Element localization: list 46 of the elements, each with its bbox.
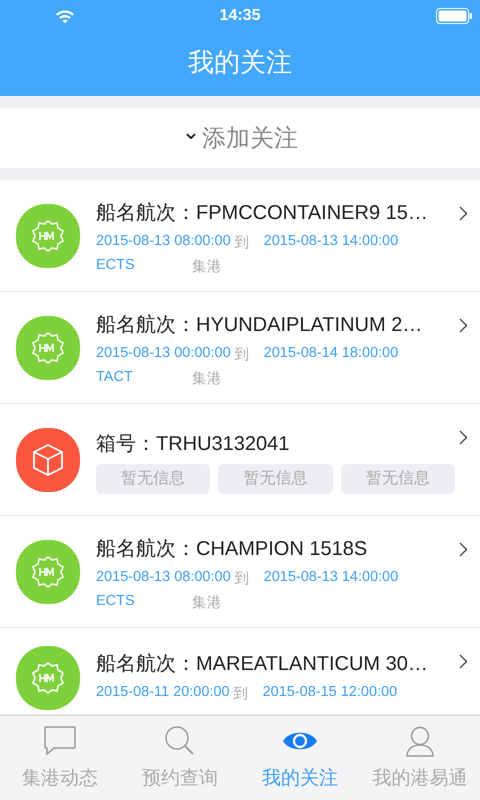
badge-icon [16, 204, 80, 268]
item-title: 箱号：TRHU3132041 [96, 432, 290, 456]
chevron-icon [459, 430, 468, 445]
list-item[interactable]: 船名航次：HYUNDAIPLATINUM 2… 2015-08-13 00:00:00 到 2015-08-14 18:00:00 TACT 集港 [0, 292, 480, 404]
chevron-icon [459, 654, 468, 669]
to-label: 到 [234, 685, 249, 703]
badge-icon [16, 316, 80, 380]
start-time: 2015-08-13 00:00:00 [96, 345, 231, 363]
start-time: 2015-08-11 20:00:00 [96, 684, 230, 702]
item-title: 船名航次：MAREATLANTICUM 30… [96, 652, 429, 677]
end-time: 2015-08-13 14:00:00 [264, 233, 398, 251]
info-chip: 暂无信息 [96, 464, 210, 494]
badge-icon [16, 646, 80, 710]
badge-icon [16, 540, 80, 604]
end-time: 2015-08-13 14:00:00 [264, 569, 398, 587]
chevron-icon [459, 206, 468, 221]
chat-icon [43, 725, 77, 757]
list-item[interactable]: 船名航次：FPMCCONTAINER9 15… 2015-08-13 08:00:00 到 2015-08-13 14:00:00 ECTS 集港 [0, 180, 480, 292]
start-time: 2015-08-13 08:00:00 [96, 569, 231, 587]
item-title: 船名航次：HYUNDAIPLATINUM 2… [96, 313, 424, 338]
terminal-code: TACT [96, 369, 134, 387]
info-chip: 暂无信息 [218, 464, 333, 494]
terminal-code: ECTS [96, 593, 136, 611]
start-time: 2015-08-13 08:00:00 [96, 233, 231, 251]
item-title: 船名航次：CHAMPION 1518S [96, 537, 368, 562]
list-item[interactable]: 船名航次：CHAMPION 1518S 2015-08-13 08:00:00 到 2015-08-13 14:00:00 ECTS 集港 [0, 516, 480, 628]
screen-title: 我的关注 [188, 46, 292, 78]
end-time: 2015-08-15 12:00:00 [262, 684, 398, 702]
item-title: 船名航次：FPMCCONTAINER9 15… [96, 201, 429, 226]
add-follow-button[interactable]: ⌄添加关注 [0, 108, 480, 168]
status-label: 集港 [192, 594, 222, 612]
battery-icon [436, 8, 472, 24]
status-time: 14:35 [220, 7, 260, 25]
status-label: 集港 [192, 370, 222, 388]
status-label: 集港 [192, 258, 222, 276]
wifi-icon [55, 8, 75, 24]
to-label: 到 [234, 346, 250, 364]
box-icon [16, 428, 80, 492]
terminal-code: ECTS [96, 257, 136, 275]
chevron-icon [459, 542, 468, 557]
end-time: 2015-08-14 18:00:00 [264, 345, 398, 363]
to-label: 到 [234, 234, 250, 252]
to-label: 到 [234, 570, 250, 588]
info-chip: 暂无信息 [340, 464, 455, 494]
chevron-icon [459, 318, 468, 333]
list-item[interactable]: 箱号：TRHU3132041 暂无信息 暂无信息 暂无信息 [0, 404, 480, 516]
